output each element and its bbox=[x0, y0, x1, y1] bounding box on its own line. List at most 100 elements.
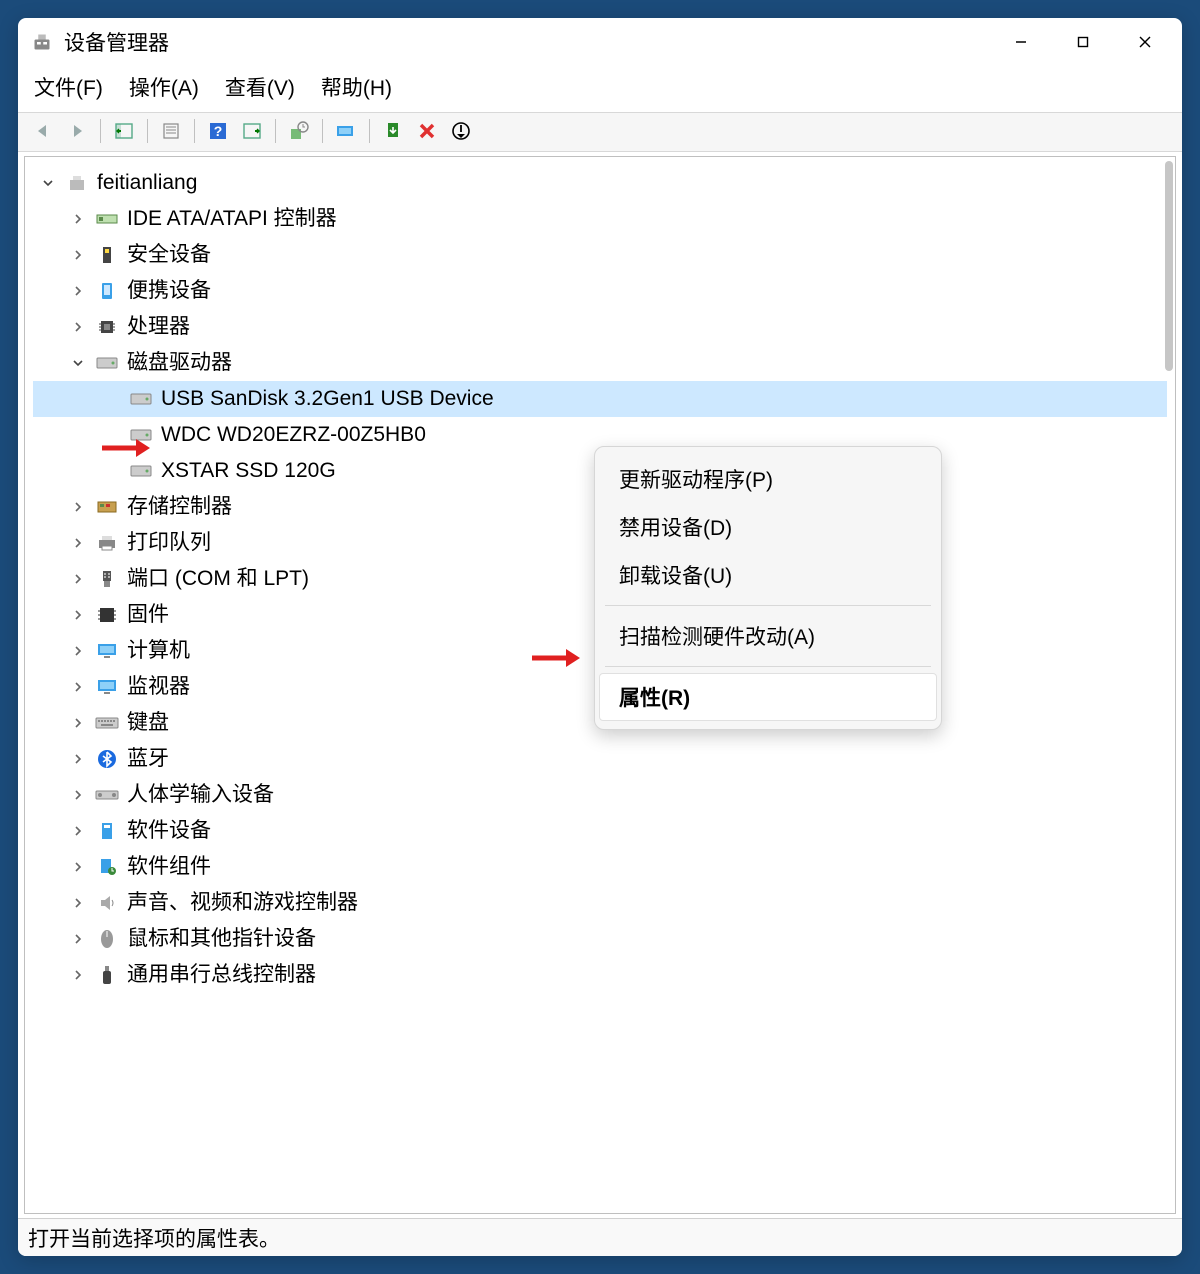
toolbar-separator bbox=[369, 119, 370, 143]
security-icon bbox=[95, 244, 119, 266]
keyboard-icon bbox=[95, 712, 119, 734]
forward-button[interactable] bbox=[62, 117, 92, 145]
scan-toolbar-icon[interactable] bbox=[237, 117, 267, 145]
chevron-right-icon[interactable] bbox=[67, 856, 89, 878]
chevron-right-icon[interactable] bbox=[67, 280, 89, 302]
chevron-right-icon[interactable] bbox=[67, 928, 89, 950]
svg-text:?: ? bbox=[214, 123, 223, 139]
tree-label: 键盘 bbox=[127, 710, 169, 735]
tree-category-softdev[interactable]: 软件设备 bbox=[33, 813, 1167, 849]
tree-label: WDC WD20EZRZ-00Z5HB0 bbox=[161, 422, 426, 447]
chevron-right-icon[interactable] bbox=[67, 316, 89, 338]
chevron-right-icon[interactable] bbox=[67, 676, 89, 698]
tree-label: 蓝牙 bbox=[127, 746, 169, 771]
close-button[interactable] bbox=[1114, 21, 1176, 63]
tree-category-mouse[interactable]: 鼠标和其他指针设备 bbox=[33, 921, 1167, 957]
install-toolbar-button[interactable] bbox=[378, 117, 408, 145]
toolbar-separator bbox=[147, 119, 148, 143]
chevron-down-icon[interactable] bbox=[37, 172, 59, 194]
monitor-icon bbox=[95, 676, 119, 698]
back-button[interactable] bbox=[28, 117, 58, 145]
chevron-right-icon[interactable] bbox=[67, 964, 89, 986]
toolbar: ? bbox=[18, 112, 1182, 152]
show-hide-console-button[interactable] bbox=[109, 117, 139, 145]
chevron-right-icon[interactable] bbox=[67, 244, 89, 266]
tree-category-bluetooth[interactable]: 蓝牙 bbox=[33, 741, 1167, 777]
chevron-right-icon[interactable] bbox=[67, 532, 89, 554]
toolbar-separator bbox=[322, 119, 323, 143]
minimize-button[interactable] bbox=[990, 21, 1052, 63]
disable-toolbar-button[interactable] bbox=[446, 117, 476, 145]
status-text: 打开当前选择项的属性表。 bbox=[28, 1223, 280, 1253]
storage-controller-icon bbox=[95, 496, 119, 518]
uninstall-toolbar-button[interactable] bbox=[412, 117, 442, 145]
tree-label: 端口 (COM 和 LPT) bbox=[127, 566, 309, 591]
tree-category-cpu[interactable]: 处理器 bbox=[33, 309, 1167, 345]
tree-category-sound[interactable]: 声音、视频和游戏控制器 bbox=[33, 885, 1167, 921]
sound-icon bbox=[95, 892, 119, 914]
tree-category-hid[interactable]: 人体学输入设备 bbox=[33, 777, 1167, 813]
disk-icon bbox=[129, 388, 153, 410]
tree-item-usb-sandisk[interactable]: USB SanDisk 3.2Gen1 USB Device bbox=[33, 381, 1167, 417]
menu-help[interactable]: 帮助(H) bbox=[321, 72, 392, 102]
context-menu-disable[interactable]: 禁用设备(D) bbox=[595, 503, 941, 551]
printer-icon bbox=[95, 532, 119, 554]
context-menu: 更新驱动程序(P) 禁用设备(D) 卸载设备(U) 扫描检测硬件改动(A) 属性… bbox=[594, 446, 942, 730]
tree-label: 便携设备 bbox=[127, 278, 211, 303]
chevron-right-icon[interactable] bbox=[67, 604, 89, 626]
tree-label: 人体学输入设备 bbox=[127, 782, 274, 807]
properties-toolbar-button[interactable] bbox=[156, 117, 186, 145]
context-menu-properties[interactable]: 属性(R) bbox=[599, 673, 937, 721]
tree-category-disk[interactable]: 磁盘驱动器 bbox=[33, 345, 1167, 381]
enable-device-toolbar-button[interactable] bbox=[331, 117, 361, 145]
tree-label: 监视器 bbox=[127, 674, 190, 699]
menu-action[interactable]: 操作(A) bbox=[129, 72, 199, 102]
software-component-icon bbox=[95, 856, 119, 878]
help-toolbar-button[interactable]: ? bbox=[203, 117, 233, 145]
chevron-right-icon[interactable] bbox=[67, 748, 89, 770]
tree-label: 处理器 bbox=[127, 314, 190, 339]
chevron-right-icon[interactable] bbox=[67, 820, 89, 842]
tree-category-usb[interactable]: 通用串行总线控制器 bbox=[33, 957, 1167, 993]
tree-category-portable[interactable]: 便携设备 bbox=[33, 273, 1167, 309]
computer-icon bbox=[65, 172, 89, 194]
chevron-right-icon[interactable] bbox=[67, 496, 89, 518]
context-menu-uninstall[interactable]: 卸载设备(U) bbox=[595, 551, 941, 599]
scrollbar-thumb[interactable] bbox=[1165, 161, 1173, 371]
monitor-icon bbox=[95, 640, 119, 662]
context-menu-scan[interactable]: 扫描检测硬件改动(A) bbox=[595, 612, 941, 660]
chevron-right-icon[interactable] bbox=[67, 640, 89, 662]
portable-device-icon bbox=[95, 280, 119, 302]
tree-label: 固件 bbox=[127, 602, 169, 627]
tree-label: 通用串行总线控制器 bbox=[127, 962, 316, 987]
tree-category-security[interactable]: 安全设备 bbox=[33, 237, 1167, 273]
tree-label: 磁盘驱动器 bbox=[127, 350, 232, 375]
disk-icon bbox=[95, 352, 119, 374]
menu-view[interactable]: 查看(V) bbox=[225, 72, 295, 102]
update-driver-toolbar-button[interactable] bbox=[284, 117, 314, 145]
tree-category-ide[interactable]: IDE ATA/ATAPI 控制器 bbox=[33, 201, 1167, 237]
mouse-icon bbox=[95, 928, 119, 950]
tree-category-softcomp[interactable]: 软件组件 bbox=[33, 849, 1167, 885]
chevron-right-icon[interactable] bbox=[67, 208, 89, 230]
chevron-down-icon[interactable] bbox=[67, 352, 89, 374]
tree-label: 打印队列 bbox=[127, 530, 211, 555]
tree-label: 声音、视频和游戏控制器 bbox=[127, 890, 358, 915]
menubar: 文件(F) 操作(A) 查看(V) 帮助(H) bbox=[18, 66, 1182, 112]
tree-label: XSTAR SSD 120G bbox=[161, 458, 336, 483]
hid-icon bbox=[95, 784, 119, 806]
chevron-right-icon[interactable] bbox=[67, 712, 89, 734]
tree-label: USB SanDisk 3.2Gen1 USB Device bbox=[161, 386, 494, 411]
window-title: 设备管理器 bbox=[64, 27, 990, 57]
scrollbar[interactable] bbox=[1163, 161, 1173, 1209]
chevron-right-icon[interactable] bbox=[67, 892, 89, 914]
chevron-right-icon[interactable] bbox=[67, 784, 89, 806]
toolbar-separator bbox=[194, 119, 195, 143]
context-menu-update-driver[interactable]: 更新驱动程序(P) bbox=[595, 455, 941, 503]
maximize-button[interactable] bbox=[1052, 21, 1114, 63]
menu-file[interactable]: 文件(F) bbox=[34, 72, 103, 102]
port-icon bbox=[95, 568, 119, 590]
chevron-right-icon[interactable] bbox=[67, 568, 89, 590]
tree-root[interactable]: feitianliang bbox=[33, 165, 1167, 201]
toolbar-separator bbox=[100, 119, 101, 143]
